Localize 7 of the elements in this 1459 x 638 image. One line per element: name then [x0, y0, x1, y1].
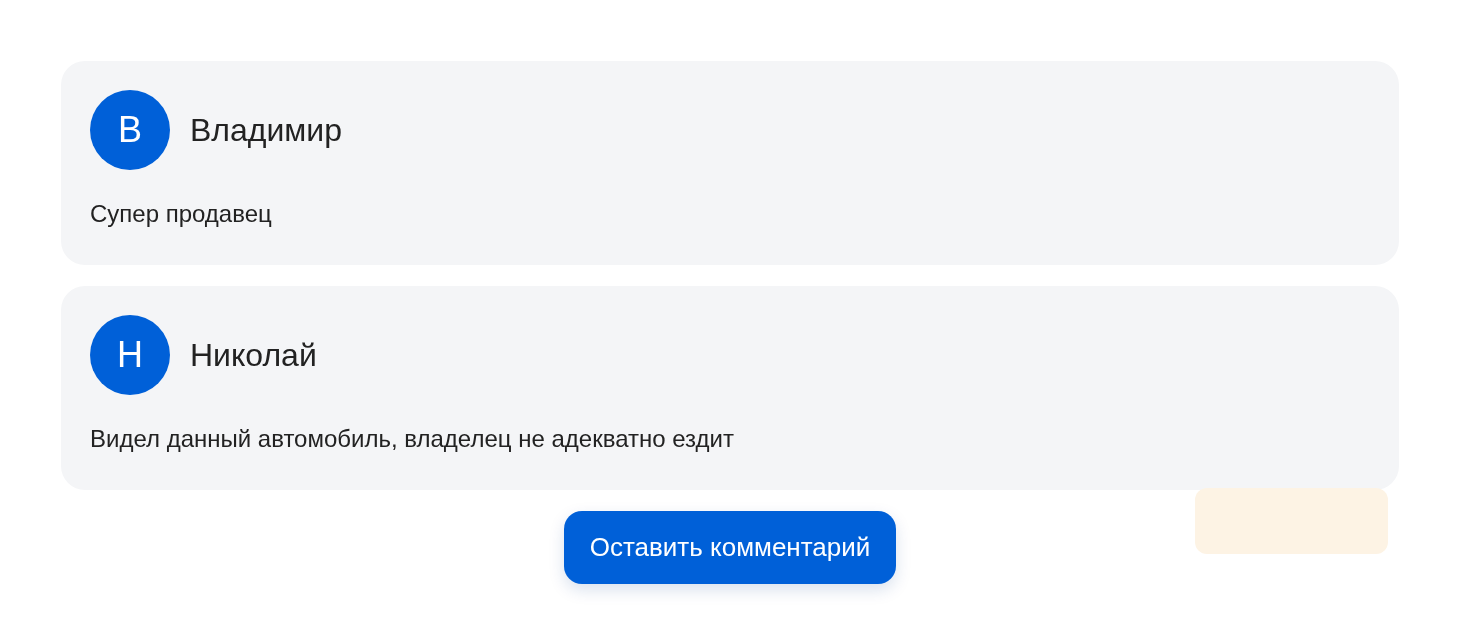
author-name: Николай [190, 336, 317, 374]
author-name: Владимир [190, 111, 343, 149]
leave-comment-button[interactable]: Оставить комментарий [563, 511, 897, 584]
avatar: В [90, 90, 170, 170]
comment-text: Супер продавец [90, 200, 273, 228]
avatar: Н [90, 315, 170, 395]
comment-text: Видел данный автомобиль, владелец не адекватно ездит [90, 425, 735, 453]
